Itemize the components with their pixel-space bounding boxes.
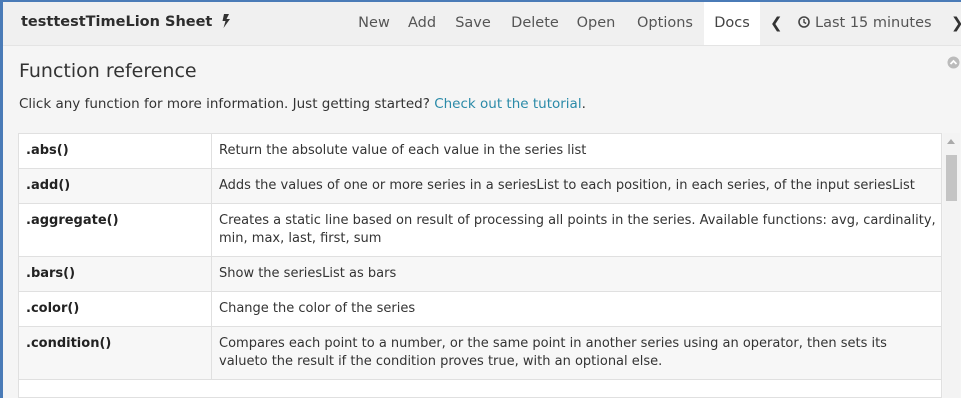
function-description: Adds the values of one or more series in… bbox=[211, 168, 941, 204]
clock-icon bbox=[798, 16, 810, 28]
docs-button[interactable]: Docs bbox=[704, 2, 760, 45]
collapse-up-icon[interactable] bbox=[947, 56, 960, 69]
function-description: Show the seriesList as bars bbox=[211, 256, 941, 292]
function-name[interactable]: .color() bbox=[19, 291, 212, 327]
add-button[interactable]: Add bbox=[401, 2, 443, 45]
table-row[interactable]: .condition() Compares each point to a nu… bbox=[19, 326, 941, 380]
function-description: Compares each point to a number, or the … bbox=[211, 326, 941, 380]
save-button[interactable]: Save bbox=[449, 2, 497, 45]
options-button[interactable]: Options bbox=[629, 2, 701, 45]
top-nav-bar: testtestTimeLion Sheet New Add Save Dele… bbox=[3, 2, 961, 46]
function-name[interactable]: .bars() bbox=[19, 256, 212, 292]
chevron-right-icon[interactable]: ❯ bbox=[951, 2, 961, 45]
page-title: Function reference bbox=[19, 60, 197, 82]
table-row[interactable]: .aggregate() Creates a static line based… bbox=[19, 203, 941, 257]
table-row[interactable]: .color() Change the color of the series bbox=[19, 291, 941, 327]
sheet-title-label: testtestTimeLion Sheet bbox=[21, 14, 213, 30]
function-name[interactable]: .condition() bbox=[19, 326, 212, 380]
new-button[interactable]: New bbox=[350, 2, 398, 45]
function-description: Change the color of the series bbox=[211, 291, 941, 327]
time-range-label: Last 15 minutes bbox=[815, 15, 932, 31]
function-name[interactable]: .add() bbox=[19, 168, 212, 204]
chevron-left-icon[interactable]: ❮ bbox=[770, 2, 783, 45]
vertical-scrollbar[interactable] bbox=[943, 133, 960, 398]
delete-button[interactable]: Delete bbox=[504, 2, 566, 45]
function-description: Return the absolute value of each value … bbox=[211, 134, 941, 169]
sheet-title[interactable]: testtestTimeLion Sheet bbox=[21, 14, 231, 30]
function-name[interactable]: .abs() bbox=[19, 134, 212, 169]
table-row[interactable]: .add() Adds the values of one or more se… bbox=[19, 168, 941, 204]
open-button[interactable]: Open bbox=[570, 2, 622, 45]
time-range-picker[interactable]: Last 15 minutes bbox=[798, 2, 938, 45]
table-row[interactable]: .abs() Return the absolute value of each… bbox=[19, 134, 941, 169]
scroll-thumb[interactable] bbox=[946, 155, 957, 201]
function-description: Creates a static line based on result of… bbox=[211, 203, 941, 257]
intro-text: Click any function for more information.… bbox=[19, 96, 586, 112]
table-row[interactable]: .bars() Show the seriesList as bars bbox=[19, 256, 941, 292]
function-table: .abs() Return the absolute value of each… bbox=[18, 133, 942, 398]
docs-panel: Function reference Click any function fo… bbox=[3, 46, 961, 398]
tutorial-link[interactable]: Check out the tutorial bbox=[434, 96, 581, 112]
scroll-up-arrow-icon[interactable] bbox=[947, 139, 955, 144]
function-name[interactable]: .aggregate() bbox=[19, 203, 212, 257]
bolt-icon bbox=[222, 14, 231, 28]
